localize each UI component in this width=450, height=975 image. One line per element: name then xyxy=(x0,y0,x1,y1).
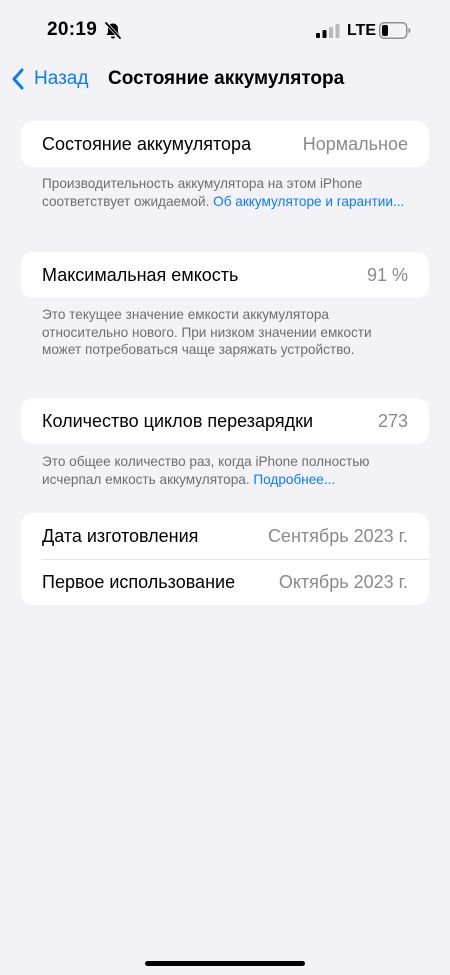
capacity-group: Максимальная емкость 91 % xyxy=(21,252,429,298)
dates-group: Дата изготовления Сентябрь 2023 г. Перво… xyxy=(21,513,429,605)
battery-icon xyxy=(379,22,411,39)
manufacture-date-row: Дата изготовления Сентябрь 2023 г. xyxy=(21,513,429,559)
about-battery-link[interactable]: Об аккумуляторе и гарантии... xyxy=(213,194,404,209)
cycles-group: Количество циклов перезарядки 273 xyxy=(21,398,429,444)
health-footnote: Производительность аккумулятора на этом … xyxy=(42,175,412,210)
first-use-row: Первое использование Октябрь 2023 г. xyxy=(21,559,429,605)
health-row: Состояние аккумулятора Нормальное xyxy=(21,121,429,167)
battery-health-screen: 20:19 LTE Назад Состояние аккумулятора С… xyxy=(0,0,450,975)
status-time: 20:19 xyxy=(47,19,98,40)
page-title: Состояние аккумулятора xyxy=(108,68,345,89)
navigation-bar: Назад Состояние аккумулятора xyxy=(0,62,450,96)
status-bar: 20:19 LTE xyxy=(0,0,450,62)
capacity-row: Максимальная емкость 91 % xyxy=(21,252,429,298)
back-label: Назад xyxy=(34,68,89,89)
signal-icon xyxy=(316,24,340,38)
bell-slash-icon xyxy=(104,21,122,40)
home-indicator[interactable] xyxy=(145,961,305,966)
cycles-row: Количество циклов перезарядки 273 xyxy=(21,398,429,444)
cycles-value: 273 xyxy=(377,410,408,431)
health-label: Состояние аккумулятора xyxy=(42,133,252,154)
back-button[interactable]: Назад xyxy=(10,62,88,96)
capacity-value: 91 % xyxy=(366,264,408,285)
capacity-footnote: Это текущее значение емкости аккумулятор… xyxy=(42,307,372,357)
manufacture-date-value: Сентябрь 2023 г. xyxy=(267,525,408,546)
cycles-label: Количество циклов перезарядки xyxy=(42,410,314,431)
chevron-left-icon xyxy=(12,68,24,90)
learn-more-link[interactable]: Подробнее... xyxy=(253,472,335,487)
first-use-label: Первое использование xyxy=(42,571,236,592)
first-use-value: Октябрь 2023 г. xyxy=(278,571,408,592)
network-type: LTE xyxy=(347,22,377,39)
health-group: Состояние аккумулятора Нормальное xyxy=(21,121,429,167)
health-value: Нормальное xyxy=(302,133,408,154)
cycles-footnote: Это общее количество раз, когда iPhone п… xyxy=(42,453,412,488)
manufacture-date-label: Дата изготовления xyxy=(42,525,199,546)
capacity-label: Максимальная емкость xyxy=(42,264,239,285)
